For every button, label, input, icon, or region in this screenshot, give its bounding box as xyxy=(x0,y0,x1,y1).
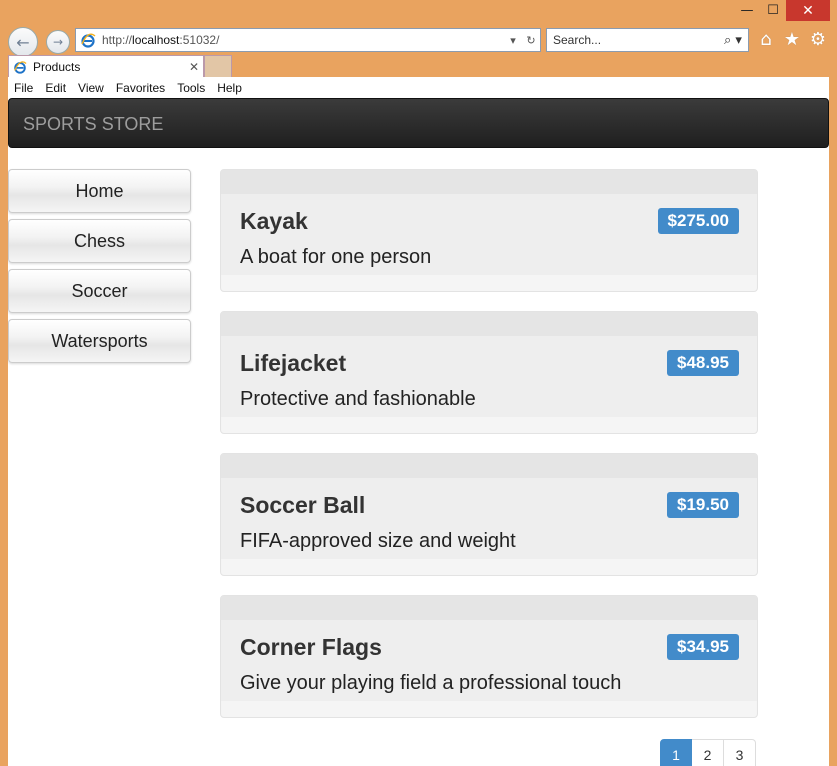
price-badge: $275.00 xyxy=(657,208,739,234)
search-icon[interactable]: ⌕ ▾ xyxy=(718,33,748,48)
search-box[interactable]: Search... ⌕ ▾ xyxy=(546,28,749,52)
product-card: Soccer Ball $19.50 FIFA-approved size an… xyxy=(220,453,758,576)
refresh-icon[interactable]: ↻ xyxy=(522,34,540,47)
product-description: FIFA-approved size and weight xyxy=(240,530,516,552)
tab-products[interactable]: Products ✕ xyxy=(8,55,204,78)
browser-tools: ⌂ ★ ⚙ xyxy=(755,28,829,50)
menu-file[interactable]: File xyxy=(8,81,39,95)
product-name: Corner Flags xyxy=(240,634,382,660)
product-card: Kayak $275.00 A boat for one person xyxy=(220,169,758,292)
menu-bar: File Edit View Favorites Tools Help xyxy=(8,77,829,99)
url-text[interactable]: http://localhost:51032/ xyxy=(102,33,504,47)
page-2-link[interactable]: 2 xyxy=(692,739,724,766)
menu-favorites[interactable]: Favorites xyxy=(110,81,171,95)
gear-icon[interactable]: ⚙ xyxy=(807,28,829,50)
price-badge: $34.95 xyxy=(667,634,739,660)
product-name: Kayak xyxy=(240,208,308,234)
favorites-star-icon[interactable]: ★ xyxy=(781,28,803,50)
page-1-link[interactable]: 1 xyxy=(660,739,692,766)
category-nav: Home Chess Soccer Watersports xyxy=(8,169,191,369)
page-3-link[interactable]: 3 xyxy=(724,739,756,766)
brand-link[interactable]: SPORTS STORE xyxy=(23,114,163,135)
navigation-bar: ← → http://localhost:51032/ ▾ ↻ Search..… xyxy=(8,25,829,57)
menu-help[interactable]: Help xyxy=(211,81,248,95)
product-card: Lifejacket $48.95 Protective and fashion… xyxy=(220,311,758,434)
tab-strip: Products ✕ xyxy=(8,54,829,78)
menu-tools[interactable]: Tools xyxy=(171,81,211,95)
address-bar[interactable]: http://localhost:51032/ ▾ ↻ xyxy=(75,28,541,52)
category-soccer-button[interactable]: Soccer xyxy=(8,269,191,313)
category-home-button[interactable]: Home xyxy=(8,169,191,213)
ie-logo-icon xyxy=(81,33,96,48)
new-tab-button[interactable] xyxy=(204,55,232,78)
price-badge: $48.95 xyxy=(667,350,739,376)
minimize-button[interactable]: — xyxy=(734,0,760,21)
product-name: Lifejacket xyxy=(240,350,347,376)
product-card: Corner Flags $34.95 Give your playing fi… xyxy=(220,595,758,718)
category-chess-button[interactable]: Chess xyxy=(8,219,191,263)
search-placeholder: Search... xyxy=(553,33,602,47)
close-tab-icon[interactable]: ✕ xyxy=(185,60,203,74)
product-description: A boat for one person xyxy=(240,246,432,268)
product-description: Protective and fashionable xyxy=(240,388,476,410)
maximize-button[interactable]: ☐ xyxy=(760,0,786,21)
window-controls: — ☐ ✕ xyxy=(734,0,830,22)
close-window-button[interactable]: ✕ xyxy=(786,0,830,21)
product-name: Soccer Ball xyxy=(240,492,366,518)
forward-button[interactable]: → xyxy=(46,30,70,54)
page-viewport: SPORTS STORE Home Chess Soccer Waterspor… xyxy=(8,98,829,766)
menu-view[interactable]: View xyxy=(72,81,110,95)
site-navbar: SPORTS STORE xyxy=(8,98,829,148)
ie-tab-icon xyxy=(14,61,27,74)
menu-edit[interactable]: Edit xyxy=(39,81,72,95)
tab-title: Products xyxy=(33,60,81,74)
browser-window: — ☐ ✕ ← → http://localhost:51032/ ▾ ↻ Se… xyxy=(0,0,837,766)
home-icon[interactable]: ⌂ xyxy=(755,28,777,50)
product-list: Kayak $275.00 A boat for one person Life… xyxy=(220,169,758,737)
back-button[interactable]: ← xyxy=(8,27,38,57)
back-arrow-icon: ← xyxy=(16,32,30,52)
address-dropdown-icon[interactable]: ▾ xyxy=(504,34,522,47)
forward-arrow-icon: → xyxy=(52,35,64,49)
product-description: Give your playing field a professional t… xyxy=(240,672,622,694)
pagination: 1 2 3 xyxy=(660,739,756,766)
category-watersports-button[interactable]: Watersports xyxy=(8,319,191,363)
price-badge: $19.50 xyxy=(667,492,739,518)
